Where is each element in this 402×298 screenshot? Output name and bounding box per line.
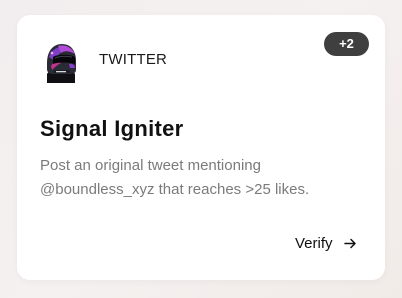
points-badge: +2 xyxy=(324,32,369,56)
platform-label: TWITTER xyxy=(99,51,168,68)
arrow-right-icon xyxy=(343,238,356,248)
quest-description-line-2: @boundless_xyz that reaches >25 likes. xyxy=(40,181,310,198)
quest-title: Signal Igniter xyxy=(40,116,184,141)
verify-button[interactable]: Verify xyxy=(295,233,357,253)
helmet-avatar-icon xyxy=(47,44,76,83)
quest-description: Post an original tweet mentioning @bound… xyxy=(40,154,360,202)
quest-description-line-1: Post an original tweet mentioning xyxy=(40,157,261,174)
verify-label: Verify xyxy=(295,234,333,252)
quest-card: TWITTER +2 Signal Igniter Post an origin… xyxy=(17,15,385,280)
